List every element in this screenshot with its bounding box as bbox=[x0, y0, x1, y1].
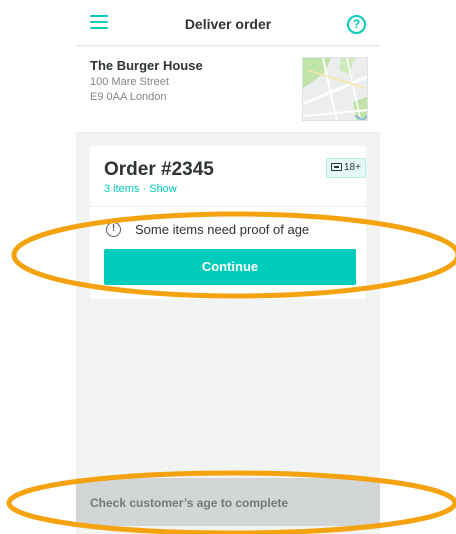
age-badge-label: 18+ bbox=[344, 162, 361, 173]
order-title: Order #2345 bbox=[104, 159, 214, 180]
continue-button[interactable]: Continue bbox=[104, 249, 356, 285]
app-header: Deliver order ? bbox=[76, 0, 380, 46]
restaurant-address-line2: E9 0AA London bbox=[90, 91, 167, 103]
show-items-link[interactable]: 3 items · Show bbox=[104, 183, 177, 195]
map-thumbnail[interactable] bbox=[302, 57, 368, 121]
restaurant-name: The Burger House bbox=[90, 58, 203, 73]
restaurant-card: The Burger House 100 Mare Street E9 0AA … bbox=[76, 47, 380, 133]
help-icon[interactable]: ? bbox=[347, 15, 366, 34]
divider bbox=[90, 206, 366, 207]
page-title: Deliver order bbox=[184, 16, 272, 32]
proof-of-age-alert: Some items need proof of age bbox=[135, 222, 310, 237]
age-restriction-badge: 18+ bbox=[326, 158, 366, 178]
order-card: Order #2345 18+ 3 items · Show ! Some it… bbox=[90, 146, 366, 299]
complete-delivery-bar: Check customer’s age to complete bbox=[76, 478, 380, 526]
map-icon bbox=[303, 58, 367, 120]
restaurant-address-line1: 100 Mare Street bbox=[90, 76, 169, 88]
complete-delivery-label: Check customer’s age to complete bbox=[90, 496, 289, 510]
phone-screen: Deliver order ? The Burger House 100 Mar… bbox=[76, 0, 380, 534]
exclamation-circle-icon: ! bbox=[106, 222, 121, 237]
id-card-icon bbox=[331, 163, 342, 171]
